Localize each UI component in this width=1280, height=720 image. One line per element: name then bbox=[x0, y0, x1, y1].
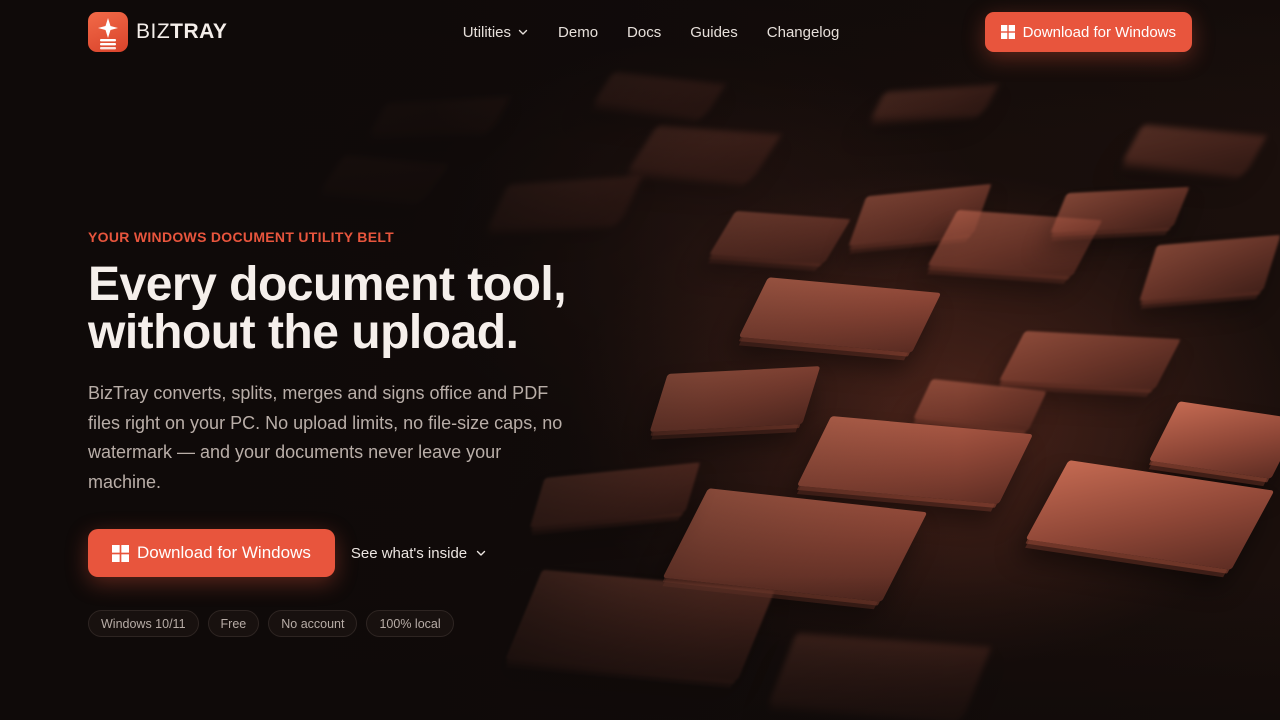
chevron-down-icon bbox=[475, 547, 487, 559]
nav-item-demo[interactable]: Demo bbox=[558, 24, 598, 41]
nav-item-label: Utilities bbox=[462, 23, 512, 41]
hero-download-label: Download for Windows bbox=[137, 543, 311, 562]
biztray-logo-icon bbox=[88, 12, 128, 52]
nav-item-changelog[interactable]: Changelog bbox=[767, 24, 840, 41]
hero-download-button[interactable]: Download for Windows bbox=[88, 529, 335, 577]
see-whats-inside-label: See what's inside bbox=[350, 544, 468, 562]
chevron-down-icon bbox=[517, 26, 529, 38]
feature-badges: Windows 10/11 Free No account 100% local bbox=[88, 610, 588, 637]
nav-item-label: Docs bbox=[627, 23, 662, 41]
headline-line-1: Every document tool, bbox=[88, 258, 567, 311]
see-whats-inside-link[interactable]: See what's inside bbox=[351, 545, 487, 562]
nav-item-label: Guides bbox=[690, 23, 738, 41]
windows-icon bbox=[1000, 25, 1015, 39]
brand-name-bold: TRAY bbox=[170, 20, 228, 43]
badge-no-account: No account bbox=[268, 610, 358, 637]
headline-line-2: without the upload. bbox=[88, 306, 519, 359]
badge-free: Free bbox=[207, 610, 260, 637]
main-nav: Utilities Demo Docs Guides Changelog bbox=[463, 24, 840, 41]
hero-eyebrow: YOUR WINDOWS DOCUMENT UTILITY BELT bbox=[88, 229, 394, 245]
header-download-label: Download for Windows bbox=[1022, 23, 1176, 41]
site-header: BIZTRAY Utilities Demo Docs Guides Chang… bbox=[0, 0, 1280, 64]
hero-lead-paragraph: BizTray converts, splits, merges and sig… bbox=[88, 383, 563, 492]
badge-local: 100% local bbox=[366, 610, 454, 637]
brand-logo[interactable]: BIZTRAY bbox=[88, 12, 227, 52]
windows-icon bbox=[112, 544, 129, 562]
header-download-button[interactable]: Download for Windows bbox=[984, 12, 1192, 52]
nav-item-utilities[interactable]: Utilities bbox=[463, 24, 529, 41]
nav-item-label: Demo bbox=[558, 23, 599, 41]
brand-name-light: BIZ bbox=[136, 20, 171, 43]
hero-section: YOUR WINDOWS DOCUMENT UTILITY BELT Every… bbox=[88, 229, 588, 637]
nav-item-guides[interactable]: Guides bbox=[690, 24, 738, 41]
nav-item-docs[interactable]: Docs bbox=[627, 24, 661, 41]
brand-name: BIZTRAY bbox=[136, 20, 227, 44]
hero-headline: Every document tool, without the upload. bbox=[88, 261, 588, 357]
nav-item-label: Changelog bbox=[766, 23, 840, 41]
hero-cta-row: Download for Windows See what's inside bbox=[88, 529, 588, 577]
badge-windows-version: Windows 10/11 bbox=[88, 610, 199, 637]
